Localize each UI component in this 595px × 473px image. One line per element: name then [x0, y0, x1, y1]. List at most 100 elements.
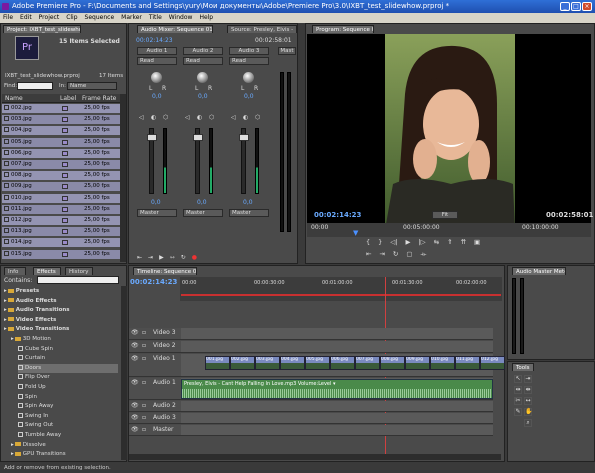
- list-item[interactable]: 002.jpg 25,00 fps: [2, 104, 120, 113]
- disclosure-triangle-icon[interactable]: ▸: [4, 298, 7, 304]
- eye-icon[interactable]: 👁: [131, 402, 139, 409]
- tab-audio-mixer[interactable]: Audio Mixer: Sequence 01: [137, 25, 213, 33]
- list-item[interactable]: 014.jpg 25,00 fps: [2, 238, 120, 248]
- fader-thumb[interactable]: [147, 134, 157, 141]
- menu-file[interactable]: File: [3, 13, 13, 23]
- in-select[interactable]: Name: [67, 82, 117, 90]
- automation-select[interactable]: Read: [183, 57, 223, 65]
- go-to-out-icon[interactable]: ⇥: [148, 254, 153, 262]
- effects-item[interactable]: Tumble Away: [18, 431, 118, 440]
- output-select[interactable]: Master: [183, 209, 223, 217]
- lock-icon[interactable]: ▫: [142, 379, 146, 386]
- list-item[interactable]: 009.jpg 25,00 fps: [2, 182, 120, 192]
- export-frame-icon[interactable]: ▣: [474, 238, 480, 248]
- menu-sequence[interactable]: Sequence: [85, 13, 115, 23]
- effects-folder[interactable]: ▸ Dissolve: [11, 441, 118, 450]
- playhead-marker[interactable]: ▼: [353, 229, 358, 237]
- master-button[interactable]: Mast: [278, 47, 296, 55]
- effects-folder[interactable]: ▸ Audio Effects: [4, 297, 118, 306]
- safe-margins-icon[interactable]: ▢: [406, 250, 412, 260]
- pan-knob[interactable]: [197, 72, 208, 83]
- list-item[interactable]: 013.jpg 25,00 fps: [2, 227, 120, 237]
- video-clip[interactable]: 003.jpg: [255, 356, 280, 370]
- eye-icon[interactable]: 👁: [131, 342, 139, 349]
- selection-tool-icon[interactable]: ↖: [514, 375, 522, 383]
- video-clip[interactable]: 010.jpg: [430, 356, 455, 370]
- effects-item[interactable]: Spin: [18, 393, 118, 402]
- eye-icon[interactable]: 👁: [131, 414, 139, 421]
- fader-thumb[interactable]: [193, 134, 203, 141]
- lock-icon[interactable]: ▫: [142, 329, 146, 336]
- ripple-edit-tool-icon[interactable]: ⇹: [514, 386, 522, 394]
- col-label[interactable]: Label: [60, 95, 76, 102]
- lock-icon[interactable]: ▫: [142, 342, 146, 349]
- lock-icon[interactable]: ▫: [142, 414, 146, 421]
- record-enable-icon[interactable]: ⬡: [163, 114, 168, 121]
- video-clip[interactable]: 007.jpg: [355, 356, 380, 370]
- channel-name[interactable]: Audio 1: [137, 47, 177, 55]
- eye-icon[interactable]: 👁: [131, 379, 139, 386]
- effects-item[interactable]: Swing Out: [18, 421, 118, 430]
- menu-edit[interactable]: Edit: [20, 13, 32, 23]
- minimize-button[interactable]: _: [560, 2, 570, 11]
- disclosure-triangle-icon[interactable]: ▸: [4, 326, 7, 332]
- disclosure-triangle-icon[interactable]: ▸: [4, 307, 7, 313]
- tab-timeline[interactable]: Timeline: Sequence 01: [133, 267, 197, 275]
- record-icon[interactable]: ●: [192, 254, 197, 262]
- video-clip[interactable]: 009.jpg: [405, 356, 430, 370]
- effects-item[interactable]: Doors: [18, 363, 118, 373]
- effects-folder[interactable]: ▸ Video Transitions: [4, 325, 118, 334]
- slip-tool-icon[interactable]: ↔: [524, 397, 532, 405]
- solo-icon[interactable]: ◐: [151, 114, 156, 121]
- effects-folder[interactable]: ▸ Video Effects: [4, 316, 118, 325]
- menu-marker[interactable]: Marker: [121, 13, 142, 23]
- tab-source[interactable]: Source: Presley, Elvis -: [227, 25, 297, 33]
- video-clip[interactable]: 011.jpg: [455, 356, 480, 370]
- disclosure-triangle-icon[interactable]: ▸: [11, 451, 14, 457]
- extract-icon[interactable]: ⇈: [461, 238, 466, 248]
- project-scrollbar[interactable]: [120, 94, 126, 262]
- lock-icon[interactable]: ▫: [142, 426, 146, 433]
- menu-title[interactable]: Title: [149, 13, 162, 23]
- timeline-ruler[interactable]: 00:00 00:00:30:00 00:01:00:00 00:01:30:00 00…: [180, 277, 502, 301]
- find-input[interactable]: [17, 82, 53, 90]
- loop-icon[interactable]: ↻: [181, 254, 186, 262]
- menu-help[interactable]: Help: [199, 13, 213, 23]
- disclosure-triangle-icon[interactable]: ▸: [11, 442, 14, 448]
- pen-tool-icon[interactable]: ✎: [514, 408, 522, 416]
- record-enable-icon[interactable]: ⬡: [255, 114, 260, 121]
- go-to-in-icon[interactable]: ⇤: [366, 250, 371, 260]
- video-clip[interactable]: 012.jpg: [480, 356, 505, 370]
- video-clip[interactable]: 001.jpg: [205, 356, 230, 370]
- lock-icon[interactable]: ▫: [142, 355, 146, 362]
- tab-audio-master-meters[interactable]: Audio Master Meters: [512, 267, 566, 275]
- effects-item[interactable]: Curtain: [18, 354, 118, 363]
- mute-icon[interactable]: ◁: [139, 114, 144, 121]
- close-button[interactable]: ×: [582, 2, 592, 11]
- loop-icon[interactable]: ↻: [393, 250, 398, 260]
- tab-history[interactable]: History: [65, 267, 93, 275]
- menu-project[interactable]: Project: [39, 13, 60, 23]
- track-body[interactable]: [181, 425, 493, 435]
- play-icon[interactable]: ▶: [159, 254, 164, 262]
- tab-effects[interactable]: Effects: [33, 267, 61, 275]
- effects-item[interactable]: Swing In: [18, 412, 118, 421]
- play-in-out-icon[interactable]: ⇿: [170, 254, 175, 262]
- disclosure-triangle-icon[interactable]: ▸: [11, 336, 14, 342]
- play-icon[interactable]: ▶: [405, 238, 410, 248]
- list-item[interactable]: 015.jpg 25,00 fps: [2, 249, 120, 259]
- list-item[interactable]: 010.jpg 25,00 fps: [2, 193, 120, 203]
- effects-folder[interactable]: ▸ 3D Motion: [11, 335, 118, 344]
- track-body[interactable]: [181, 328, 493, 339]
- mark-in-icon[interactable]: {: [366, 238, 370, 248]
- rolling-edit-tool-icon[interactable]: ⇼: [524, 386, 532, 394]
- effects-folder[interactable]: ▸ GPU Transitions: [11, 450, 118, 459]
- effects-item[interactable]: Flip Over: [18, 373, 118, 382]
- pan-knob[interactable]: [243, 72, 254, 83]
- maximize-button[interactable]: □: [571, 2, 581, 11]
- automation-select[interactable]: Read: [137, 57, 177, 65]
- step-back-icon[interactable]: ◁|: [390, 238, 397, 248]
- list-item[interactable]: 005.jpg 25,00 fps: [2, 137, 120, 147]
- channel-name[interactable]: Audio 2: [183, 47, 223, 55]
- effects-scrollbar[interactable]: [121, 286, 127, 460]
